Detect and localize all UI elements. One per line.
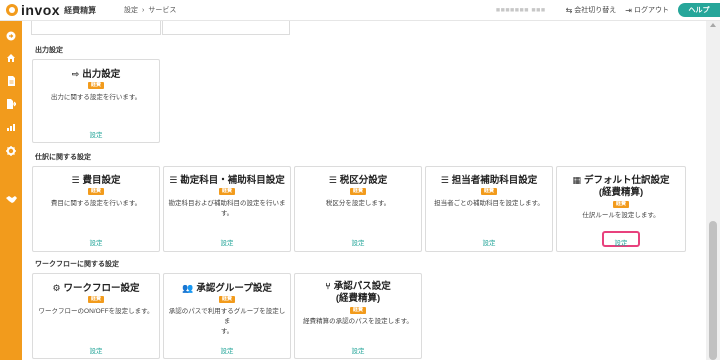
expense-badge: 経費 <box>219 296 235 303</box>
handshake-icon[interactable] <box>5 193 17 205</box>
card-title-sub: (経費精算) <box>335 293 381 304</box>
card-description: 経費精算の承認のパスを設定します。 <box>303 318 413 325</box>
card-title: ⑂ 承認パス設定 <box>325 281 391 292</box>
sidebar <box>0 21 22 360</box>
card-description: 費目に関する設定を行います。 <box>50 200 142 207</box>
card-workflow-settings: ⚙ ワークフロー設定 経費 ワークフローのON/OFFを設定します。 設定 <box>32 273 160 359</box>
card-title: ⚙ ワークフロー設定 <box>52 283 140 294</box>
card-default-journal-settings: ▦ デフォルト仕訳設定 (経費精算) 経費 仕訳ルールを設定します。 設定 <box>556 166 686 252</box>
scroll-thumb[interactable] <box>709 221 717 360</box>
settings-link[interactable]: 設定 <box>164 345 290 355</box>
card-description: 仕訳ルールを設定します。 <box>582 212 660 219</box>
settings-link[interactable]: 設定 <box>33 345 159 355</box>
section-title-workflow: ワークフローに関する設定 <box>35 261 119 268</box>
settings-link[interactable]: 設定 <box>164 237 290 247</box>
card-title: ⇨ 出力設定 <box>71 69 121 80</box>
switch-company-link[interactable]: ⇆ 会社切り替え <box>566 5 617 15</box>
switch-company-icon: ⇆ <box>565 5 573 15</box>
card-description: 承認のパスで利用するグループを設定しま す。 <box>168 308 286 335</box>
settings-link[interactable]: 設定 <box>557 237 685 247</box>
list-icon: ☰ <box>71 175 80 185</box>
user-name: ■■■■■■■ ■■■ <box>495 6 546 14</box>
settings-link[interactable]: 設定 <box>426 237 552 247</box>
top-header: invox 経費精算 設定 › サービス ■■■■■■■ ■■■ ⇆ 会社切り替… <box>0 0 720 21</box>
settings-link[interactable]: 設定 <box>33 129 159 139</box>
logo-text: invox <box>21 2 61 18</box>
expense-badge: 経費 <box>481 188 497 195</box>
section-title-output: 出力設定 <box>35 47 63 54</box>
card-description: 税区分を設定します。 <box>325 200 391 207</box>
gear-icon[interactable] <box>5 145 17 157</box>
card-staff-subaccount-settings: ☰ 担当者補助科目設定 経費 担当者ごとの補助科目を設定します。 設定 <box>425 166 553 252</box>
settings-link[interactable]: 設定 <box>295 345 421 355</box>
export-icon[interactable] <box>5 98 17 110</box>
sign-out-icon: ⇨ <box>71 69 80 79</box>
card-stub <box>162 21 290 35</box>
settings-link[interactable]: 設定 <box>295 237 421 247</box>
card-title: ▦ デフォルト仕訳設定 <box>572 175 670 186</box>
breadcrumb: 設定 › サービス <box>124 5 176 15</box>
route-icon: ⑂ <box>325 281 331 291</box>
card-account-subaccount-settings: ☰ 勘定科目・補助科目設定 経費 勘定科目および補助科目の設定を行いま す。 設定 <box>163 166 291 252</box>
expense-badge: 経費 <box>88 188 104 195</box>
logo-subtitle: 経費精算 <box>64 5 97 15</box>
card-output-settings: ⇨ 出力設定 経費 出力に関する設定を行います。 設定 <box>32 59 160 143</box>
arrow-circle-icon[interactable] <box>5 30 17 42</box>
card-description: ワークフローのON/OFFを設定します。 <box>38 308 154 315</box>
logout-label: ログアウト <box>634 7 669 14</box>
logo-mark-icon <box>6 4 18 16</box>
card-approval-path-settings: ⑂ 承認パス設定 (経費精算) 経費 経費精算の承認のパスを設定します。 設定 <box>294 273 422 359</box>
card-description: 出力に関する設定を行います。 <box>50 94 142 101</box>
chart-icon[interactable] <box>5 121 17 133</box>
logout-link[interactable]: ⇥ ログアウト <box>625 5 669 15</box>
expense-badge: 経費 <box>613 201 629 208</box>
expense-badge: 経費 <box>350 307 366 314</box>
section-title-journal: 仕訳に関する設定 <box>35 154 91 161</box>
list-icon: ☰ <box>440 175 449 185</box>
card-expense-item-settings: ☰ 費目設定 経費 費目に関する設定を行います。 設定 <box>32 166 160 252</box>
help-button[interactable]: ヘルプ <box>678 3 720 17</box>
users-icon: 👥 <box>182 283 194 293</box>
card-stub <box>31 21 161 35</box>
user-gear-icon: ⚙ <box>52 283 61 293</box>
switch-company-label: 会社切り替え <box>574 7 617 14</box>
card-title: ☰ 担当者補助科目設定 <box>440 175 538 186</box>
card-title: ☰ 費目設定 <box>71 175 121 186</box>
card-title: ☰ 勘定科目・補助科目設定 <box>169 175 285 186</box>
card-description: 勘定科目および補助科目の設定を行いま す。 <box>168 200 286 217</box>
breadcrumb-separator: › <box>142 6 145 14</box>
card-title: ☰ 税区分設定 <box>328 175 388 186</box>
card-approval-group-settings: 👥 承認グループ設定 経費 承認のパスで利用するグループを設定しま す。 設定 <box>163 273 291 359</box>
expense-badge: 経費 <box>350 188 366 195</box>
scroll-up-arrow-icon[interactable] <box>710 23 716 27</box>
logout-icon: ⇥ <box>625 5 632 15</box>
settings-link[interactable]: 設定 <box>33 237 159 247</box>
expense-badge: 経費 <box>88 82 104 89</box>
expense-badge: 経費 <box>219 188 235 195</box>
expense-badge: 経費 <box>88 296 104 303</box>
document-icon[interactable] <box>5 75 17 87</box>
home-icon[interactable] <box>5 52 17 64</box>
card-title: 👥 承認グループ設定 <box>182 283 272 294</box>
vertical-scrollbar[interactable] <box>706 21 720 360</box>
card-title-sub: (経費精算) <box>598 187 644 198</box>
table-icon: ▦ <box>572 175 581 185</box>
list-icon: ☰ <box>169 175 178 185</box>
app-logo[interactable]: invox 経費精算 <box>6 2 124 18</box>
breadcrumb-service: サービス <box>148 7 177 14</box>
main-content: 出力設定 ⇨ 出力設定 経費 出力に関する設定を行います。 設定 仕訳に関する設定… <box>22 21 706 360</box>
card-tax-category-settings: ☰ 税区分設定 経費 税区分を設定します。 設定 <box>294 166 422 252</box>
list-icon: ☰ <box>328 175 337 185</box>
card-description: 担当者ごとの補助科目を設定します。 <box>434 200 544 207</box>
breadcrumb-settings[interactable]: 設定 <box>124 5 138 15</box>
